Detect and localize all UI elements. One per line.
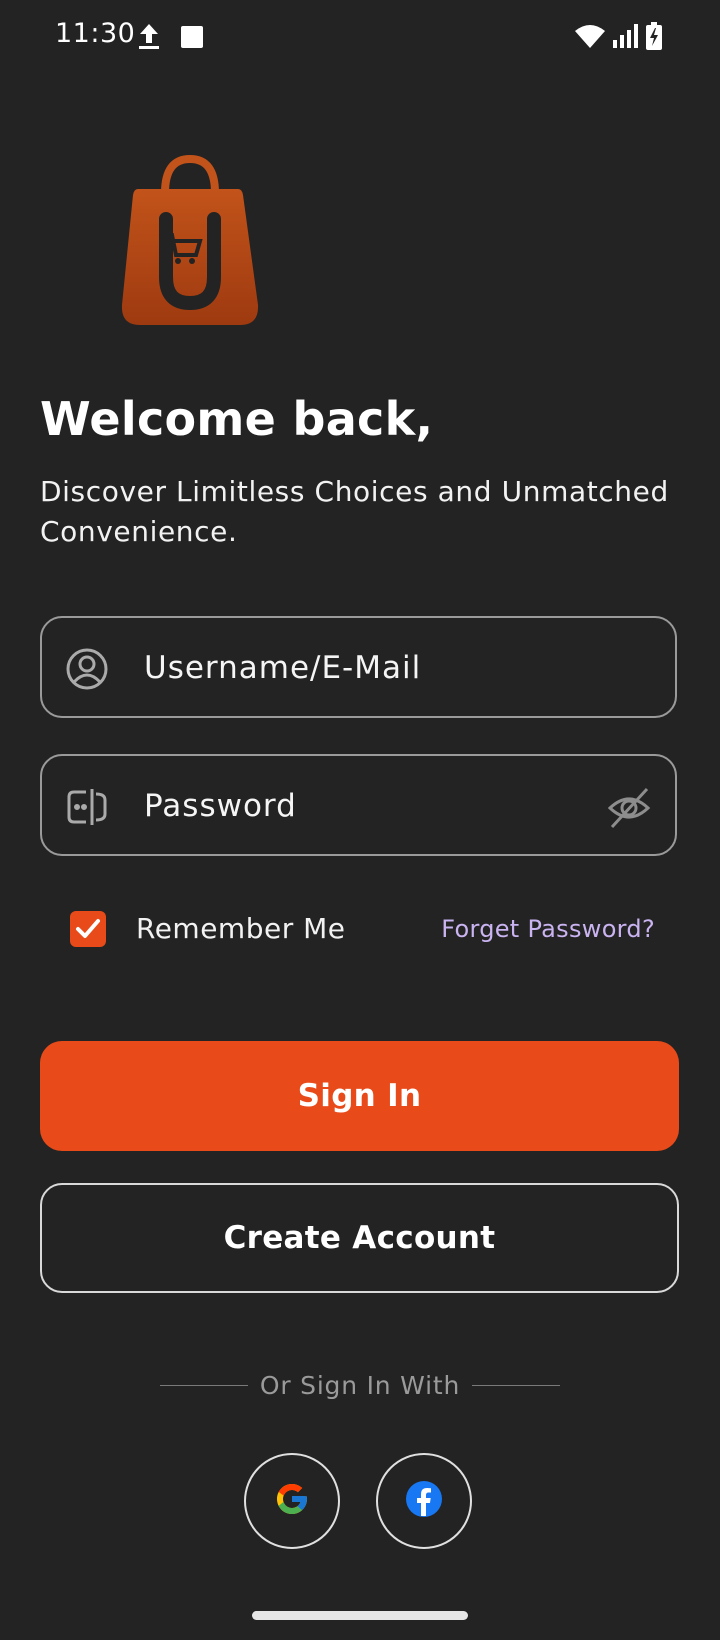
facebook-icon [405,1480,443,1522]
check-icon [76,919,100,938]
username-field[interactable] [40,616,677,718]
upload-icon [137,22,161,54]
password-field[interactable] [40,754,677,856]
create-account-button[interactable]: Create Account [40,1183,679,1293]
divider-text: Or Sign In With [259,1371,461,1400]
password-check-icon [66,786,108,832]
social-divider: Or Sign In With [160,1371,560,1400]
forgot-password-link[interactable]: Forget Password? [441,915,655,943]
divider-line-left [160,1385,248,1386]
remember-me-label[interactable]: Remember Me [136,912,346,945]
stop-square-icon [181,26,203,48]
home-indicator[interactable] [252,1611,468,1620]
google-icon [274,1481,310,1521]
username-input[interactable] [142,618,576,718]
wifi-icon [574,23,606,53]
divider-line-right [472,1385,560,1386]
page-title: Welcome back, [40,392,434,446]
facebook-sign-in-button[interactable] [376,1453,472,1549]
remember-me-checkbox[interactable] [70,911,106,947]
sign-in-button[interactable]: Sign In [40,1041,679,1151]
page-subtitle: Discover Limitless Choices and Unmatched… [40,475,669,548]
status-time: 11:30 [55,18,136,49]
status-icons [574,22,662,54]
signal-icon [612,24,640,52]
eye-slash-icon[interactable] [607,786,651,834]
user-icon [66,648,108,694]
google-sign-in-button[interactable] [244,1453,340,1549]
battery-charging-icon [646,22,662,54]
password-input[interactable] [142,756,576,856]
app-logo [120,154,260,330]
